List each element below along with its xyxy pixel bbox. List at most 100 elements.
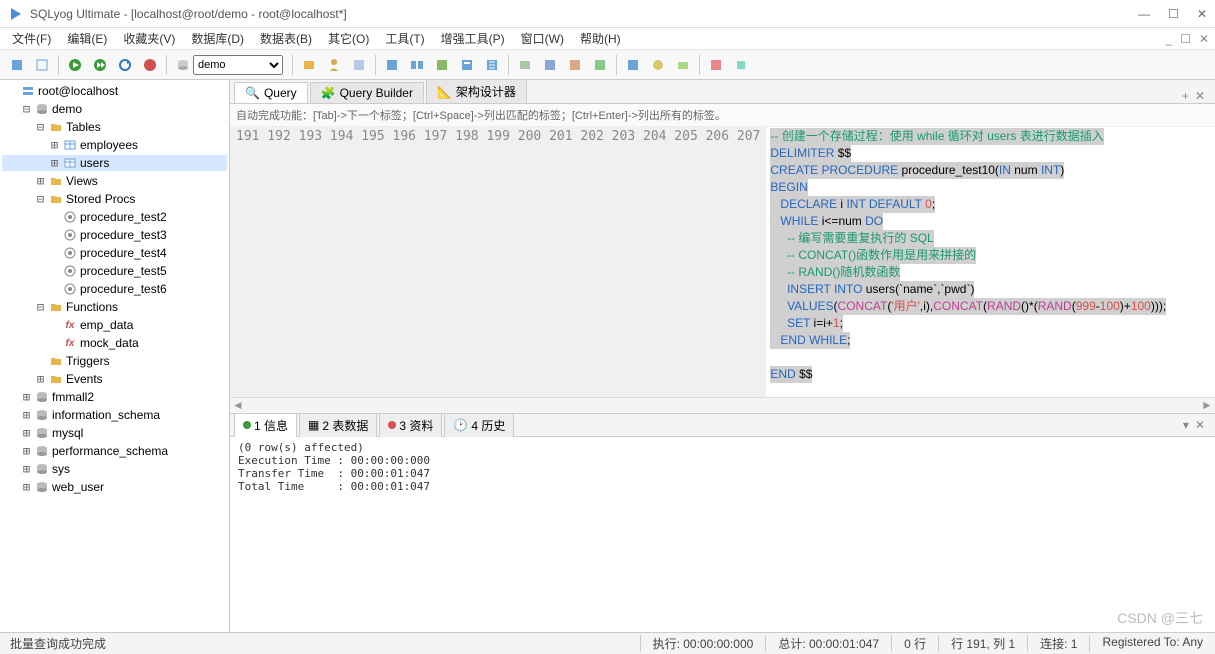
- tool-btn-8[interactable]: [481, 54, 503, 76]
- tree-twist-icon[interactable]: ⊞: [21, 444, 32, 458]
- close-button[interactable]: ✕: [1197, 7, 1207, 21]
- results-pane[interactable]: (0 row(s) affected) Execution Time : 00:…: [230, 437, 1215, 632]
- tree-row[interactable]: ⊟Functions: [2, 299, 227, 315]
- execute-button[interactable]: [64, 54, 86, 76]
- tree-row[interactable]: fxmock_data: [2, 335, 227, 351]
- result-tab-history[interactable]: 🕑4 历史: [444, 413, 514, 438]
- stop-button[interactable]: [139, 54, 161, 76]
- object-browser[interactable]: root@localhost ⊟ demo ⊟Tables ⊞ employees ⊞use…: [0, 80, 230, 632]
- tree-row[interactable]: Triggers: [2, 353, 227, 369]
- maximize-button[interactable]: ☐: [1168, 7, 1179, 21]
- tab-query[interactable]: 🔍Query: [234, 82, 308, 103]
- menu-bar: 文件(F) 编辑(E) 收藏夹(V) 数据库(D) 数据表(B) 其它(O) 工…: [0, 28, 1215, 50]
- menu-table[interactable]: 数据表(B): [254, 28, 318, 49]
- tool-btn-7[interactable]: [456, 54, 478, 76]
- tab-query-builder[interactable]: 🧩Query Builder: [310, 82, 424, 103]
- tool-btn-10[interactable]: [539, 54, 561, 76]
- mdi-restore-icon[interactable]: ☐: [1180, 32, 1191, 46]
- tree-row[interactable]: root@localhost: [2, 83, 227, 99]
- tool-btn-12[interactable]: [589, 54, 611, 76]
- tool-btn-2[interactable]: [323, 54, 345, 76]
- database-selector[interactable]: demo: [176, 55, 283, 75]
- minimize-button[interactable]: —: [1138, 7, 1150, 21]
- tree-row[interactable]: procedure_test2: [2, 209, 227, 225]
- tree-row[interactable]: procedure_test3: [2, 227, 227, 243]
- tree-row[interactable]: ⊟Stored Procs: [2, 191, 227, 207]
- tree-twist-icon[interactable]: ⊟: [35, 192, 46, 206]
- tool-btn-1[interactable]: [298, 54, 320, 76]
- tab-close-icon[interactable]: ✕: [1195, 89, 1205, 103]
- mdi-close-icon[interactable]: ✕: [1199, 32, 1209, 46]
- tree-row[interactable]: ⊞fmmall2: [2, 389, 227, 405]
- tree-row[interactable]: ⊞sys: [2, 461, 227, 477]
- new-query-button[interactable]: [31, 54, 53, 76]
- tree-twist-icon[interactable]: ⊞: [21, 408, 32, 422]
- tool-btn-16[interactable]: [705, 54, 727, 76]
- menu-powertools[interactable]: 增强工具(P): [435, 28, 511, 49]
- tool-btn-14[interactable]: [647, 54, 669, 76]
- tree-twist-icon[interactable]: ⊞: [49, 138, 60, 152]
- menu-window[interactable]: 窗口(W): [515, 28, 570, 49]
- tree-row[interactable]: fxemp_data: [2, 317, 227, 333]
- menu-tools[interactable]: 工具(T): [379, 28, 430, 49]
- tree-twist-icon[interactable]: ⊞: [21, 390, 32, 404]
- tree-twist-icon[interactable]: ⊞: [35, 372, 46, 386]
- tool-btn-6[interactable]: [431, 54, 453, 76]
- tree-row[interactable]: ⊟ demo: [2, 101, 227, 117]
- tree-row[interactable]: ⊞Events: [2, 371, 227, 387]
- tree-row[interactable]: ⊞information_schema: [2, 407, 227, 423]
- new-connection-button[interactable]: [6, 54, 28, 76]
- result-dropdown-icon[interactable]: ▾: [1183, 418, 1189, 432]
- execute-all-button[interactable]: [89, 54, 111, 76]
- tool-btn-5[interactable]: [406, 54, 428, 76]
- folder-icon: [49, 354, 63, 368]
- tree-twist-icon[interactable]: ⊞: [21, 462, 32, 476]
- database-select[interactable]: demo: [193, 55, 283, 75]
- tab-schema-designer[interactable]: 📐架构设计器: [426, 79, 527, 103]
- tool-btn-3[interactable]: [348, 54, 370, 76]
- menu-help[interactable]: 帮助(H): [574, 28, 627, 49]
- tree-twist-icon[interactable]: ⊟: [21, 102, 32, 116]
- tree-row[interactable]: ⊞Views: [2, 173, 227, 189]
- tool-btn-17[interactable]: [730, 54, 752, 76]
- tree-row[interactable]: ⊞users: [2, 155, 227, 171]
- tree-row[interactable]: ⊞performance_schema: [2, 443, 227, 459]
- result-close-icon[interactable]: ✕: [1195, 418, 1205, 432]
- tree-row[interactable]: ⊞mysql: [2, 425, 227, 441]
- tree-twist-icon[interactable]: ⊟: [35, 300, 46, 314]
- tree-twist-icon[interactable]: ⊟: [35, 120, 46, 134]
- tab-add-icon[interactable]: +: [1182, 89, 1189, 103]
- result-tab-info[interactable]: 1 信息: [234, 413, 297, 438]
- result-tab-tabledata[interactable]: ▦2 表数据: [299, 413, 377, 438]
- tool-btn-11[interactable]: [564, 54, 586, 76]
- tool-btn-9[interactable]: [514, 54, 536, 76]
- tree-row[interactable]: procedure_test4: [2, 245, 227, 261]
- tree-twist-icon[interactable]: ⊞: [35, 174, 46, 188]
- tree-row[interactable]: ⊞web_user: [2, 479, 227, 495]
- query-icon: 🔍: [245, 86, 260, 100]
- tool-btn-13[interactable]: [622, 54, 644, 76]
- tree-row[interactable]: procedure_test5: [2, 263, 227, 279]
- sql-editor[interactable]: 191 192 193 194 195 196 197 198 199 200 …: [230, 127, 1215, 397]
- tree-label: demo: [52, 102, 82, 116]
- tree-twist-icon[interactable]: ⊞: [21, 426, 32, 440]
- tool-btn-15[interactable]: [672, 54, 694, 76]
- menu-database[interactable]: 数据库(D): [185, 28, 250, 49]
- tree-row[interactable]: procedure_test6: [2, 281, 227, 297]
- tree-row[interactable]: ⊟Tables: [2, 119, 227, 135]
- refresh-button[interactable]: [114, 54, 136, 76]
- menu-other[interactable]: 其它(O): [322, 28, 375, 49]
- menu-file[interactable]: 文件(F): [6, 28, 57, 49]
- menu-edit[interactable]: 编辑(E): [61, 28, 113, 49]
- tree-twist-icon[interactable]: ⊞: [49, 156, 60, 170]
- tool-btn-4[interactable]: [381, 54, 403, 76]
- tree-label: procedure_test5: [80, 264, 167, 278]
- menu-fav[interactable]: 收藏夹(V): [117, 28, 181, 49]
- editor-scrollbar[interactable]: ◄►: [230, 397, 1215, 413]
- function-icon: fx: [63, 336, 77, 350]
- result-tab-objects[interactable]: 3 资料: [379, 413, 442, 438]
- tree-label: employees: [80, 138, 138, 152]
- tree-twist-icon[interactable]: ⊞: [21, 480, 32, 494]
- tree-row[interactable]: ⊞ employees: [2, 137, 227, 153]
- mdi-minimize-icon[interactable]: _: [1165, 32, 1172, 46]
